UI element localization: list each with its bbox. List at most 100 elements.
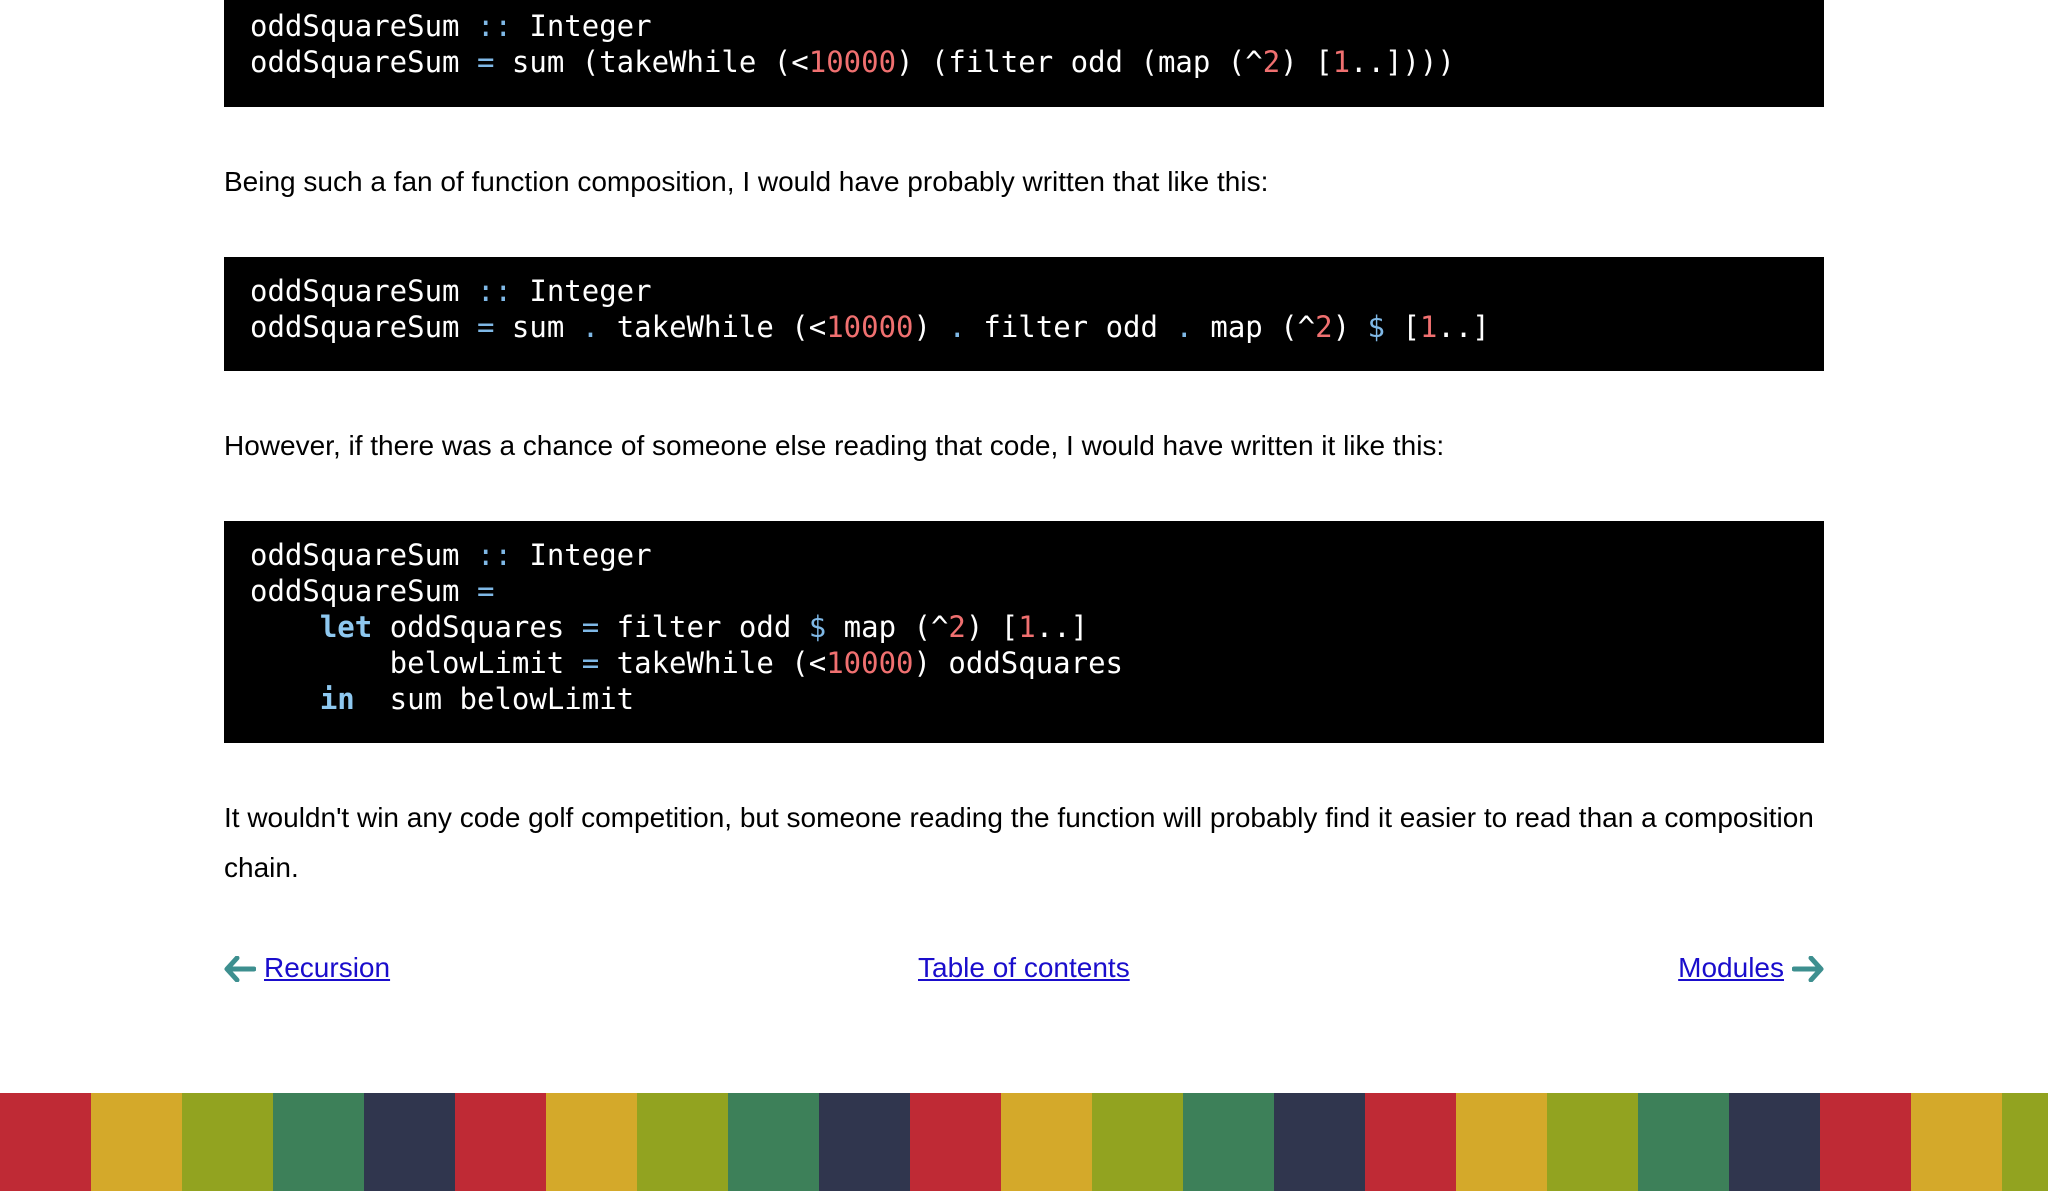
code-token-op: = — [476, 310, 495, 344]
footer-stripe — [1274, 1093, 1365, 1191]
code-line: oddSquareSum :: Integer — [250, 537, 1798, 573]
footer-stripe — [1638, 1093, 1729, 1191]
code-token-plain: oddSquareSum — [250, 574, 477, 608]
left-arrow-icon[interactable] — [224, 956, 256, 982]
footer-stripe — [2002, 1093, 2048, 1191]
code-line: oddSquareSum = — [250, 573, 1798, 609]
code-token-plain: ..] — [1437, 310, 1490, 344]
paragraph-conclusion: It wouldn't win any code golf competitio… — [224, 802, 1814, 883]
code-line: oddSquareSum :: Integer — [250, 273, 1798, 309]
footer-stripe — [910, 1093, 1001, 1191]
code-line: oddSquareSum :: Integer — [250, 8, 1798, 44]
code-token-plain: ) — [1332, 310, 1368, 344]
footer-stripe — [1911, 1093, 2002, 1191]
footer-stripe — [546, 1093, 637, 1191]
code-token-plain: Integer — [511, 538, 652, 572]
footer-stripe — [1092, 1093, 1183, 1191]
code-token-num: 10000 — [826, 310, 914, 344]
code-token-op: :: — [476, 9, 512, 43]
code-token-op: :: — [476, 274, 512, 308]
code-token-op: :: — [476, 538, 512, 572]
code-token-kw: in — [319, 682, 355, 716]
code-token-plain: ..]))) — [1350, 45, 1455, 79]
code-line: let oddSquares = filter odd $ map (^2) [… — [250, 609, 1798, 645]
footer-stripe — [1729, 1093, 1820, 1191]
code-token-plain: belowLimit — [250, 646, 582, 680]
code-token-plain: ..] — [1035, 610, 1089, 644]
code-line: belowLimit = takeWhile (<10000) oddSquar… — [250, 645, 1798, 681]
footer-stripe — [273, 1093, 364, 1191]
code-token-num: 1 — [1419, 310, 1438, 344]
code-token-plain: takeWhile (< — [599, 310, 827, 344]
code-token-plain: oddSquareSum — [250, 45, 477, 79]
code-token-op: = — [581, 646, 600, 680]
page-navigation: Recursion Table of contents Modules — [224, 946, 1824, 990]
code-token-op: = — [581, 610, 600, 644]
paragraph-readable: However, if there was a chance of someon… — [224, 430, 1445, 461]
code-token-op: $ — [1367, 310, 1385, 344]
code-block-3: oddSquareSum :: Integer oddSquareSum = le… — [224, 521, 1824, 743]
code-token-op: . — [1175, 310, 1193, 344]
code-token-num: 10000 — [808, 45, 897, 79]
footer-stripe — [1183, 1093, 1274, 1191]
code-token-plain: oddSquares — [372, 610, 582, 644]
code-token-plain: filter odd — [965, 310, 1176, 344]
footer-stripe — [728, 1093, 819, 1191]
code-token-kw: let — [319, 610, 373, 644]
code-token-num: 1 — [1018, 610, 1036, 644]
right-arrow-icon[interactable] — [1792, 956, 1824, 982]
code-token-plain: oddSquareSum — [250, 310, 477, 344]
code-token-op: . — [948, 310, 966, 344]
code-token-plain: sum belowLimit — [354, 682, 635, 716]
code-token-plain: map (^ — [1192, 310, 1316, 344]
table-of-contents-link[interactable]: Table of contents — [918, 952, 1130, 984]
footer-stripe — [182, 1093, 273, 1191]
code-token-num: 1 — [1332, 45, 1351, 79]
code-token-plain: sum (takeWhile (< — [494, 45, 809, 79]
code-token-plain: ) (filter odd (map (^ — [896, 45, 1263, 79]
footer-stripe — [1820, 1093, 1911, 1191]
footer-stripe — [819, 1093, 910, 1191]
footer-stripe — [1456, 1093, 1547, 1191]
code-token-num: 2 — [1262, 45, 1281, 79]
code-token-plain: ) oddSquares — [913, 646, 1124, 680]
prev-link-recursion[interactable]: Recursion — [264, 952, 390, 984]
code-line: in sum belowLimit — [250, 681, 1798, 717]
code-token-plain: ) [ — [1280, 45, 1333, 79]
code-token-plain: ) [ — [965, 610, 1019, 644]
code-token-num: 10000 — [826, 646, 914, 680]
footer-stripe — [1547, 1093, 1638, 1191]
code-token-plain: oddSquareSum — [250, 538, 477, 572]
code-token-op: $ — [808, 610, 827, 644]
footer-stripe — [1001, 1093, 1092, 1191]
code-token-num: 2 — [1315, 310, 1333, 344]
code-token-op: = — [476, 574, 495, 608]
next-link-modules[interactable]: Modules — [1678, 952, 1784, 984]
paragraph-composition: Being such a fan of function composition… — [224, 166, 1269, 197]
footer-color-stripes — [0, 1093, 2048, 1191]
code-token-op: = — [476, 45, 495, 79]
code-token-plain: filter odd — [599, 610, 809, 644]
code-token-plain: takeWhile (< — [599, 646, 827, 680]
code-token-plain: map (^ — [826, 610, 949, 644]
code-token-num: 2 — [948, 610, 966, 644]
code-token-plain: oddSquareSum — [250, 9, 477, 43]
footer-stripe — [637, 1093, 728, 1191]
code-token-plain: ) — [913, 310, 949, 344]
code-token-plain: oddSquareSum — [250, 274, 477, 308]
footer-stripe — [0, 1093, 91, 1191]
code-token-plain: sum — [494, 310, 582, 344]
footer-stripe — [364, 1093, 455, 1191]
code-line: oddSquareSum = sum (takeWhile (<10000) (… — [250, 44, 1798, 80]
code-token-plain: [ — [1384, 310, 1420, 344]
code-block-1: oddSquareSum :: Integer oddSquareSum = su… — [224, 0, 1824, 107]
footer-stripe — [1365, 1093, 1456, 1191]
footer-stripe — [91, 1093, 182, 1191]
footer-stripe — [455, 1093, 546, 1191]
code-line: oddSquareSum = sum . takeWhile (<10000) … — [250, 309, 1798, 345]
code-block-2: oddSquareSum :: Integer oddSquareSum = su… — [224, 257, 1824, 371]
code-token-plain: Integer — [511, 9, 652, 43]
code-token-plain: Integer — [511, 274, 652, 308]
